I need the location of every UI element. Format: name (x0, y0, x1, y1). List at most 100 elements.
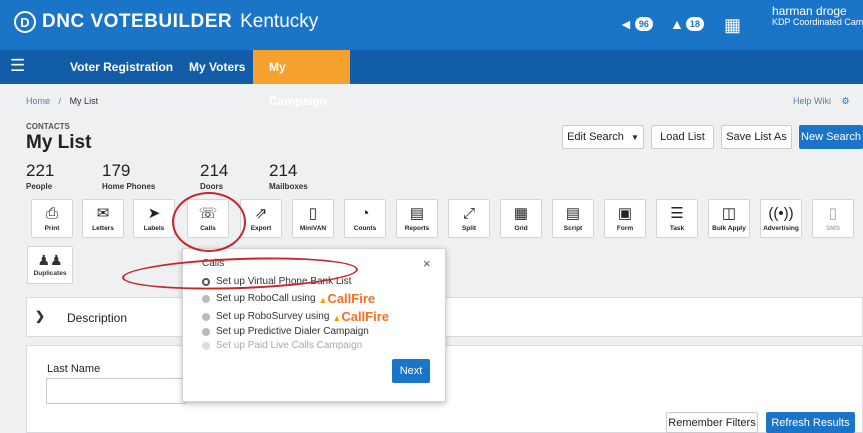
next-button[interactable]: Next (392, 359, 430, 383)
option-predictive-dialer[interactable]: Set up Predictive Dialer Campaign (202, 326, 369, 337)
callfire-logo: ▲CallFire (319, 291, 376, 306)
grid-icon[interactable]: ▦ (724, 15, 741, 36)
tool-grid[interactable]: ▦ Grid (500, 199, 542, 238)
printer-icon: ⎙ (45, 205, 58, 222)
stat-label: People (26, 182, 53, 191)
alerts-button[interactable]: ▲ 18 (670, 16, 704, 32)
radio[interactable] (202, 312, 210, 321)
duplicates-button[interactable]: ♟♟ Duplicates (27, 246, 73, 284)
app-logo[interactable]: D DNC VOTEBUILDER Kentucky (14, 11, 318, 33)
edit-search-button[interactable]: Edit Search ▼ (562, 125, 644, 149)
nav-voter-registration[interactable]: Voter Registration (54, 50, 189, 84)
option-robosurvey[interactable]: Set up RoboSurvey using ▲CallFire (202, 309, 389, 324)
help-link[interactable]: Help Wiki ⚙ (793, 96, 850, 107)
gear-icon[interactable]: ⚙ (842, 96, 850, 106)
user-menu[interactable]: harman droge KDP Coordinated Campaign (772, 5, 863, 28)
stat-mailboxes: 214 Mailboxes (269, 161, 308, 191)
option-label: Set up RoboCall using (216, 293, 316, 304)
stat-home-phones: 179 Home Phones (102, 161, 155, 191)
tool-script[interactable]: ▤ Script (552, 199, 594, 238)
tool-minivan[interactable]: ▯ MiniVAN (292, 199, 334, 238)
breadcrumb: Home / My List (26, 96, 98, 106)
nav-my-campaign[interactable]: My Campaign (253, 50, 350, 108)
stat-doors: 214 Doors (200, 161, 228, 191)
radio-disabled (202, 341, 210, 350)
export-icon: ⇗ (254, 205, 268, 222)
tool-advertising[interactable]: ((•)) Advertising (760, 199, 802, 238)
annotation-circle-calls (172, 192, 246, 252)
alert-count: 18 (685, 17, 704, 31)
list-icon: ☰ (670, 205, 684, 222)
app-state: Kentucky (240, 11, 319, 32)
chevron-right-icon: ❯ (35, 309, 46, 323)
stat-label: Doors (200, 182, 224, 191)
remember-filters-button[interactable]: Remember Filters (666, 412, 758, 433)
tool-label: MiniVAN (299, 225, 327, 232)
bell-icon: ▲ (670, 16, 684, 32)
refresh-results-button[interactable]: Refresh Results (766, 412, 855, 433)
tag-icon: ➤ (147, 205, 161, 222)
radio[interactable] (202, 327, 210, 336)
report-icon: ▤ (409, 205, 425, 222)
tool-label: Script (563, 225, 583, 232)
edit-search-label: Edit Search (567, 131, 624, 143)
tool-reports[interactable]: ▤ Reports (396, 199, 438, 238)
new-search-button[interactable]: New Search (799, 125, 863, 149)
callfire-logo: ▲CallFire (332, 309, 389, 324)
flame-icon: ▲ (332, 313, 342, 323)
tool-labels[interactable]: ➤ Labels (133, 199, 175, 238)
tool-counts[interactable]: ◔ Counts (344, 199, 386, 238)
chevron-down-icon: ▼ (631, 133, 639, 142)
stat-value: 179 (102, 161, 131, 180)
page-title: My List (26, 132, 92, 153)
tool-sms[interactable]: ▯ SMS (812, 199, 854, 238)
callfire-brand: CallFire (327, 291, 376, 306)
option-robocall[interactable]: Set up RoboCall using ▲CallFire (202, 291, 375, 306)
notification-count: 96 (634, 17, 653, 31)
nav-my-voters[interactable]: My Voters (173, 50, 261, 84)
tool-export[interactable]: ⇗ Export (240, 199, 282, 238)
form-icon: ▣ (617, 205, 633, 222)
tool-label: Grid (514, 225, 528, 232)
tool-form[interactable]: ▣ Form (604, 199, 646, 238)
tool-label: Labels (143, 225, 165, 232)
tool-print[interactable]: ⎙ Print (31, 199, 73, 238)
last-name-input[interactable] (46, 378, 186, 404)
app-brand: DNC VOTEBUILDER (42, 11, 233, 32)
tool-label: SMS (825, 225, 841, 232)
people-icon: ♟♟ (37, 252, 63, 268)
save-list-as-button[interactable]: Save List As (721, 125, 792, 149)
load-list-button[interactable]: Load List (651, 125, 714, 149)
stat-value: 221 (26, 161, 55, 180)
envelope-icon: ✉ (96, 205, 110, 222)
tool-label: Reports (404, 225, 430, 232)
radio[interactable] (202, 294, 210, 303)
tool-split[interactable]: ⤢ Split (448, 199, 490, 238)
table-icon: ▦ (513, 205, 529, 222)
tool-label: Advertising (763, 225, 799, 232)
stat-label: Mailboxes (269, 182, 308, 191)
duplicates-label: Duplicates (33, 270, 67, 277)
broadcast-icon: ((•)) (768, 205, 794, 222)
breadcrumb-home[interactable]: Home (26, 96, 50, 106)
pie-icon: ◔ (360, 205, 370, 222)
tool-task[interactable]: ☰ Task (656, 199, 698, 238)
close-icon[interactable]: × (423, 256, 431, 271)
tool-letters[interactable]: ✉ Letters (82, 199, 124, 238)
bulk-icon: ◫ (721, 205, 737, 222)
stat-value: 214 (200, 161, 229, 180)
top-bar: D DNC VOTEBUILDER Kentucky ◄ 96 ▲ 18 ▦ h… (0, 0, 863, 50)
hamburger-icon[interactable]: ☰ (10, 56, 25, 76)
breadcrumb-current: My List (69, 96, 99, 106)
last-name-label: Last Name (47, 363, 101, 375)
option-label: Set up Paid Live Calls Campaign (216, 340, 363, 351)
script-icon: ▤ (565, 205, 581, 222)
tool-label: Task (669, 225, 685, 232)
tool-bulk-apply[interactable]: ◫ Bulk Apply (708, 199, 750, 238)
tool-label: Form (616, 225, 634, 232)
tool-label: Print (44, 225, 60, 232)
mobile-icon: ▯ (308, 205, 318, 222)
notifications-button[interactable]: ◄ 96 (619, 16, 653, 32)
main-nav: ☰ Voter Registration My Voters My Campai… (0, 50, 863, 108)
split-icon: ⤢ (462, 205, 475, 222)
